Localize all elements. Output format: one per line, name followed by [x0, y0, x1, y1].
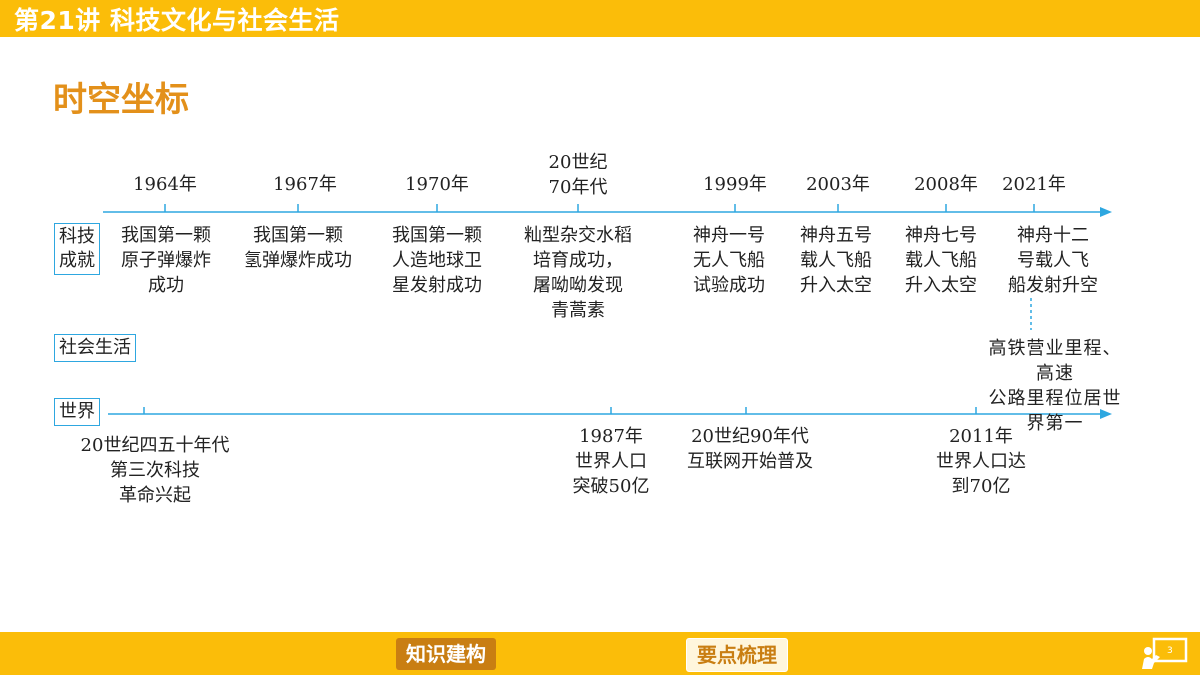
tech-year: 2008年: [914, 174, 978, 195]
tech-year: 1999年: [703, 174, 767, 195]
category-label-social: 社会生活: [54, 334, 136, 362]
category-label-world: 世界: [54, 398, 100, 426]
world-event: 20世纪四五十年代 第三次科技 革命兴起: [80, 435, 230, 506]
tech-year: 1964年: [133, 174, 197, 195]
nav-button-knowledge[interactable]: 知识建构: [396, 638, 496, 670]
world-event: 20世纪90年代 互联网开始普及: [687, 426, 813, 472]
tech-event: 神舟一号 无人飞船 试验成功: [693, 225, 765, 296]
footer-bar: [0, 632, 1200, 675]
tech-event: 我国第一颗 氢弹爆炸成功: [244, 225, 352, 271]
tech-event: 神舟七号 载人飞船 升入太空: [905, 225, 977, 296]
tech-axis-ticks: [164, 204, 1035, 212]
world-axis-ticks: [143, 407, 977, 414]
page-number: 3: [1167, 646, 1173, 656]
tech-axis-arrow: [1100, 207, 1112, 217]
tech-event: 神舟十二 号载人飞 船发射升空: [1008, 225, 1098, 296]
tech-event: 神舟五号 载人飞船 升入太空: [800, 225, 872, 296]
category-label-tech: 科技 成就: [54, 223, 100, 275]
tech-year: 2003年: [806, 174, 870, 195]
tech-year: 20世纪 70年代: [548, 152, 608, 198]
social-event: 高铁营业里程、高速 公路里程位居世界第一: [988, 338, 1122, 434]
tech-year: 1967年: [273, 174, 337, 195]
nav-button-key-points[interactable]: 要点梳理: [686, 638, 788, 672]
tech-event: 我国第一颗 原子弹爆炸 成功: [121, 225, 211, 296]
tech-event: 我国第一颗 人造地球卫 星发射成功: [392, 225, 482, 296]
tech-event: 籼型杂交水稻 培育成功， 屠呦呦发现 青蒿素: [524, 225, 632, 321]
world-event: 2011年 世界人口达 到70亿: [936, 426, 1026, 497]
world-event: 1987年 世界人口 突破50亿: [572, 426, 650, 497]
presentation-board-icon[interactable]: [1140, 637, 1188, 671]
tech-year: 2021年: [1002, 174, 1066, 195]
tech-year: 1970年: [405, 174, 469, 195]
